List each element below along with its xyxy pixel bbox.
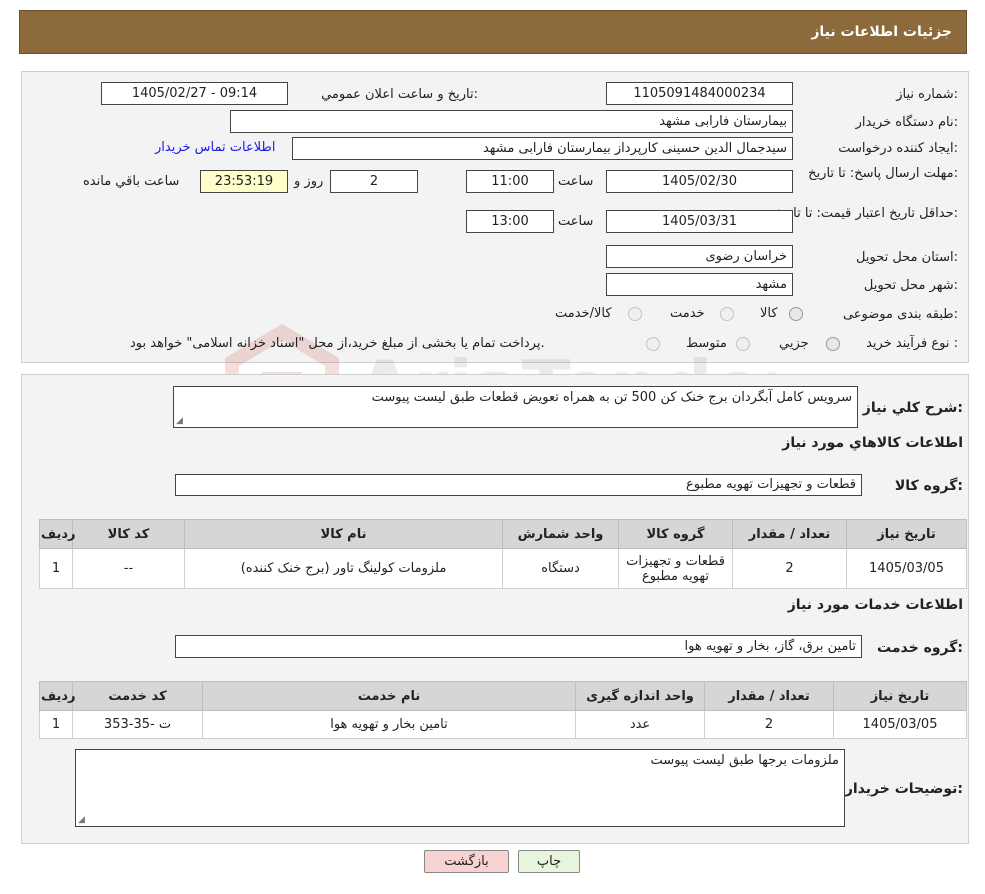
table-row: 1 ت -35-353 تامين بخار و تهويه هوا عدد 2…	[39, 710, 967, 739]
description-textarea[interactable]: سرويس کامل آبگردان برج خنک کن 500 تن به …	[173, 386, 858, 428]
print-button[interactable]: چاپ	[518, 850, 580, 873]
summary-panel: شرح کلي نياز: سرويس کامل آبگردان برج خنک…	[21, 374, 969, 844]
goods-col-code: کد کالا	[72, 519, 185, 549]
services-cell-date: 1405/03/05	[833, 710, 967, 739]
category-radio-service[interactable]	[720, 307, 734, 321]
process-label: نوع فرآيند خريد :	[866, 336, 958, 351]
services-cell-name: تامين بخار و تهويه هوا	[202, 710, 576, 739]
creator-field: سیدجمال الدین حسینی کارپرداز بیمارستان ف…	[292, 137, 793, 160]
need-info-panel: AriaTender.neT شماره نياز: 1105091484000…	[21, 71, 969, 447]
goods-col-unit: واحد شمارش	[502, 519, 619, 549]
deadline-date-field: 1405/02/30	[606, 170, 793, 193]
goods-group-field: قطعات و تجهيزات تهويه مطبوع	[175, 474, 862, 496]
province-field: خراسان رضوی	[606, 245, 793, 268]
services-cell-row: 1	[39, 710, 73, 739]
creator-label: ايجاد کننده درخواست:	[838, 141, 958, 156]
services-col-qty: تعداد / مقدار	[704, 681, 834, 711]
deadline-label: مهلت ارسال پاسخ: تا تاريخ:	[808, 166, 958, 181]
province-label: استان محل تحويل:	[856, 250, 958, 265]
validity-date-field: 1405/03/31	[606, 210, 793, 233]
service-group-field: تامين برق، گاز، بخار و تهويه هوا	[175, 635, 862, 658]
services-col-code: کد خدمت	[72, 681, 203, 711]
time-remaining-field: 23:53:19	[200, 170, 288, 193]
goods-cell-date: 1405/03/05	[846, 548, 967, 589]
table-row: 1 -- ملزومات کولينگ تاور (برج خنک کننده)…	[39, 548, 967, 589]
back-button[interactable]: بازگشت	[424, 850, 509, 873]
buyer-notes-text: ملزومات برجها طبق ليست پيوست	[650, 753, 839, 768]
validity-time-label: ساعت	[558, 214, 594, 229]
goods-group-label: گروه کالا:	[894, 478, 963, 494]
resize-grip-icon[interactable]: ◢	[176, 416, 183, 426]
goods-cell-qty: 2	[732, 548, 847, 589]
goods-col-name: نام کالا	[184, 519, 503, 549]
description-text: سرويس کامل آبگردان برج خنک کن 500 تن به …	[371, 390, 852, 405]
need-number-field: 1105091484000234	[606, 82, 793, 105]
process-option-medium: متوسط	[686, 336, 727, 351]
goods-cell-code: --	[72, 548, 185, 589]
validity-label: حداقل تاريخ اعتبار قيمت: تا تاريخ:	[774, 206, 958, 221]
category-option-goods-service: کالا/خدمت	[555, 306, 612, 321]
buyer-label: نام دستگاه خريدار:	[855, 115, 958, 130]
process-radio-medium[interactable]	[736, 337, 750, 351]
process-radio-partial[interactable]	[826, 337, 840, 351]
goods-col-row: رديف	[39, 519, 76, 549]
service-group-label: گروه خدمت:	[877, 640, 963, 656]
goods-cell-group: قطعات و تجهيزات تهويه مطبوع	[618, 548, 733, 589]
page-title-bar: جزئيات اطلاعات نياز	[19, 10, 967, 54]
buyer-notes-textarea[interactable]: ملزومات برجها طبق ليست پيوست ◢	[75, 749, 845, 827]
goods-cell-unit: دستگاه	[502, 548, 619, 589]
description-label: شرح کلي نياز:	[862, 400, 963, 416]
buyer-field: بيمارستان فارابی مشهد	[230, 110, 793, 133]
validity-time-field: 13:00	[466, 210, 554, 233]
announce-datetime-field: 1405/02/27 - 09:14	[101, 82, 288, 105]
services-col-unit: واحد اندازه گيری	[575, 681, 705, 711]
category-radio-goods[interactable]	[789, 307, 803, 321]
process-radio-treasury[interactable]	[646, 337, 660, 351]
process-note: پرداخت تمام يا بخشی از مبلغ خريد،از محل …	[130, 336, 545, 351]
resize-grip-icon[interactable]: ◢	[78, 815, 85, 825]
buyer-notes-label: توضيحات خريدار:	[844, 781, 963, 797]
goods-col-qty: تعداد / مقدار	[732, 519, 847, 549]
page-title: جزئيات اطلاعات نياز	[811, 24, 952, 40]
services-table: رديف کد خدمت نام خدمت واحد اندازه گيری ت…	[39, 681, 967, 739]
services-table-header: رديف کد خدمت نام خدمت واحد اندازه گيری ت…	[39, 681, 967, 711]
goods-table: رديف کد کالا نام کالا واحد شمارش گروه کا…	[39, 519, 967, 589]
time-remaining-label: ساعت باقي مانده	[83, 174, 180, 189]
need-number-label: شماره نياز:	[896, 87, 958, 102]
category-option-goods: کالا	[760, 306, 778, 321]
city-label: شهر محل تحويل:	[863, 278, 958, 293]
buyer-contact-link[interactable]: اطلاعات تماس خريدار	[155, 140, 275, 155]
goods-col-date: تاريخ نياز	[846, 519, 967, 549]
goods-section-title: اطلاعات کالاهاي مورد نياز	[782, 435, 963, 451]
deadline-time-field: 11:00	[466, 170, 554, 193]
services-section-title: اطلاعات خدمات مورد نياز	[787, 597, 963, 613]
days-label: روز و	[294, 174, 324, 189]
goods-cell-name: ملزومات کولينگ تاور (برج خنک کننده)	[184, 548, 503, 589]
category-label: طبقه بندی موضوعی:	[842, 307, 958, 322]
deadline-time-label: ساعت	[558, 174, 594, 189]
category-option-service: خدمت	[670, 306, 705, 321]
days-remaining-field: 2	[330, 170, 418, 193]
goods-table-header: رديف کد کالا نام کالا واحد شمارش گروه کا…	[39, 519, 967, 549]
services-cell-qty: 2	[704, 710, 834, 739]
services-col-date: تاريخ نياز	[833, 681, 967, 711]
services-cell-unit: عدد	[575, 710, 705, 739]
goods-col-group: گروه کالا	[618, 519, 733, 549]
category-radio-goods-service[interactable]	[628, 307, 642, 321]
announce-label: تاريخ و ساعت اعلان عمومي:	[321, 87, 478, 102]
city-field: مشهد	[606, 273, 793, 296]
services-col-name: نام خدمت	[202, 681, 576, 711]
process-option-partial: جزيي	[779, 336, 809, 351]
services-cell-code: ت -35-353	[72, 710, 203, 739]
goods-cell-row: 1	[39, 548, 73, 589]
services-col-row: رديف	[39, 681, 76, 711]
